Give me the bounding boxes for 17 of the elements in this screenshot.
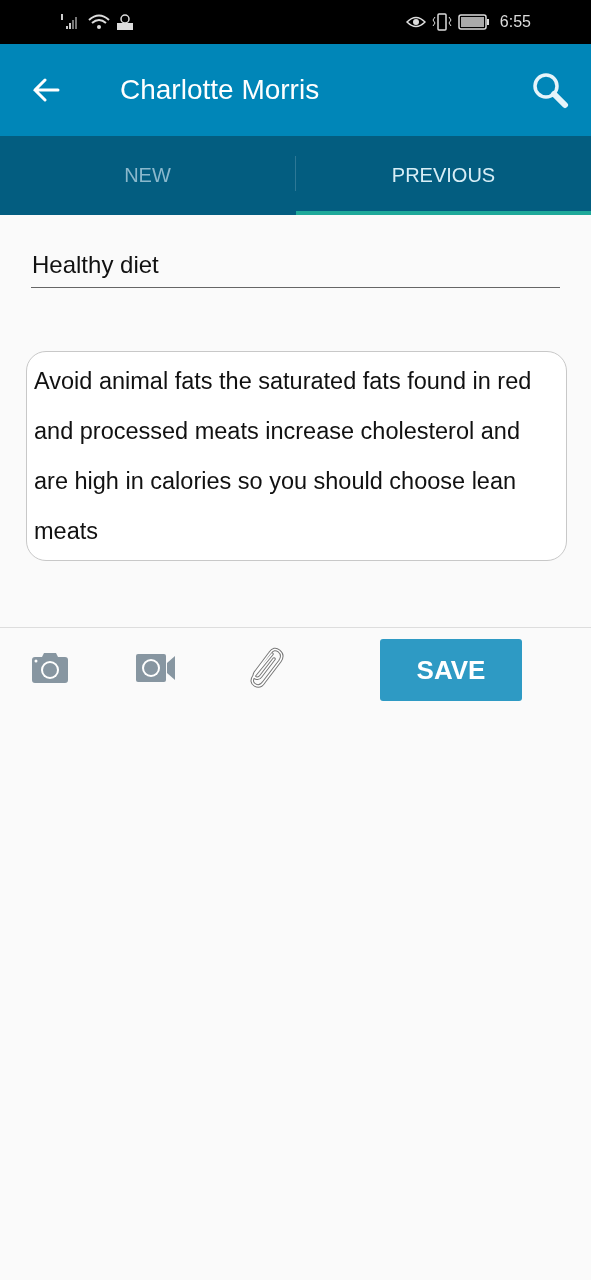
camera-icon xyxy=(30,652,70,684)
save-button[interactable]: SAVE xyxy=(380,639,522,701)
search-icon xyxy=(531,71,569,109)
camera-button[interactable] xyxy=(30,652,70,684)
note-field[interactable]: Avoid animal fats the saturated fats found in red and processed meats increase cholesterol and are high in calories so you should choose lean meats xyxy=(26,351,567,561)
tab[interactable]: PREVIOUS xyxy=(296,136,591,215)
contact-name: Charlotte Morris xyxy=(120,74,321,106)
battery-icon xyxy=(457,14,490,30)
title-field[interactable]: Healthy diet xyxy=(31,247,560,288)
back-arrow-icon xyxy=(32,78,60,102)
tab[interactable]: NEW xyxy=(0,136,295,215)
video-button[interactable] xyxy=(135,653,177,683)
video-camera-icon xyxy=(135,653,177,683)
status-time: 6:55 xyxy=(499,13,531,31)
wifi-icon xyxy=(88,14,110,30)
vibrate-icon xyxy=(431,13,452,31)
eye-icon xyxy=(405,15,426,29)
